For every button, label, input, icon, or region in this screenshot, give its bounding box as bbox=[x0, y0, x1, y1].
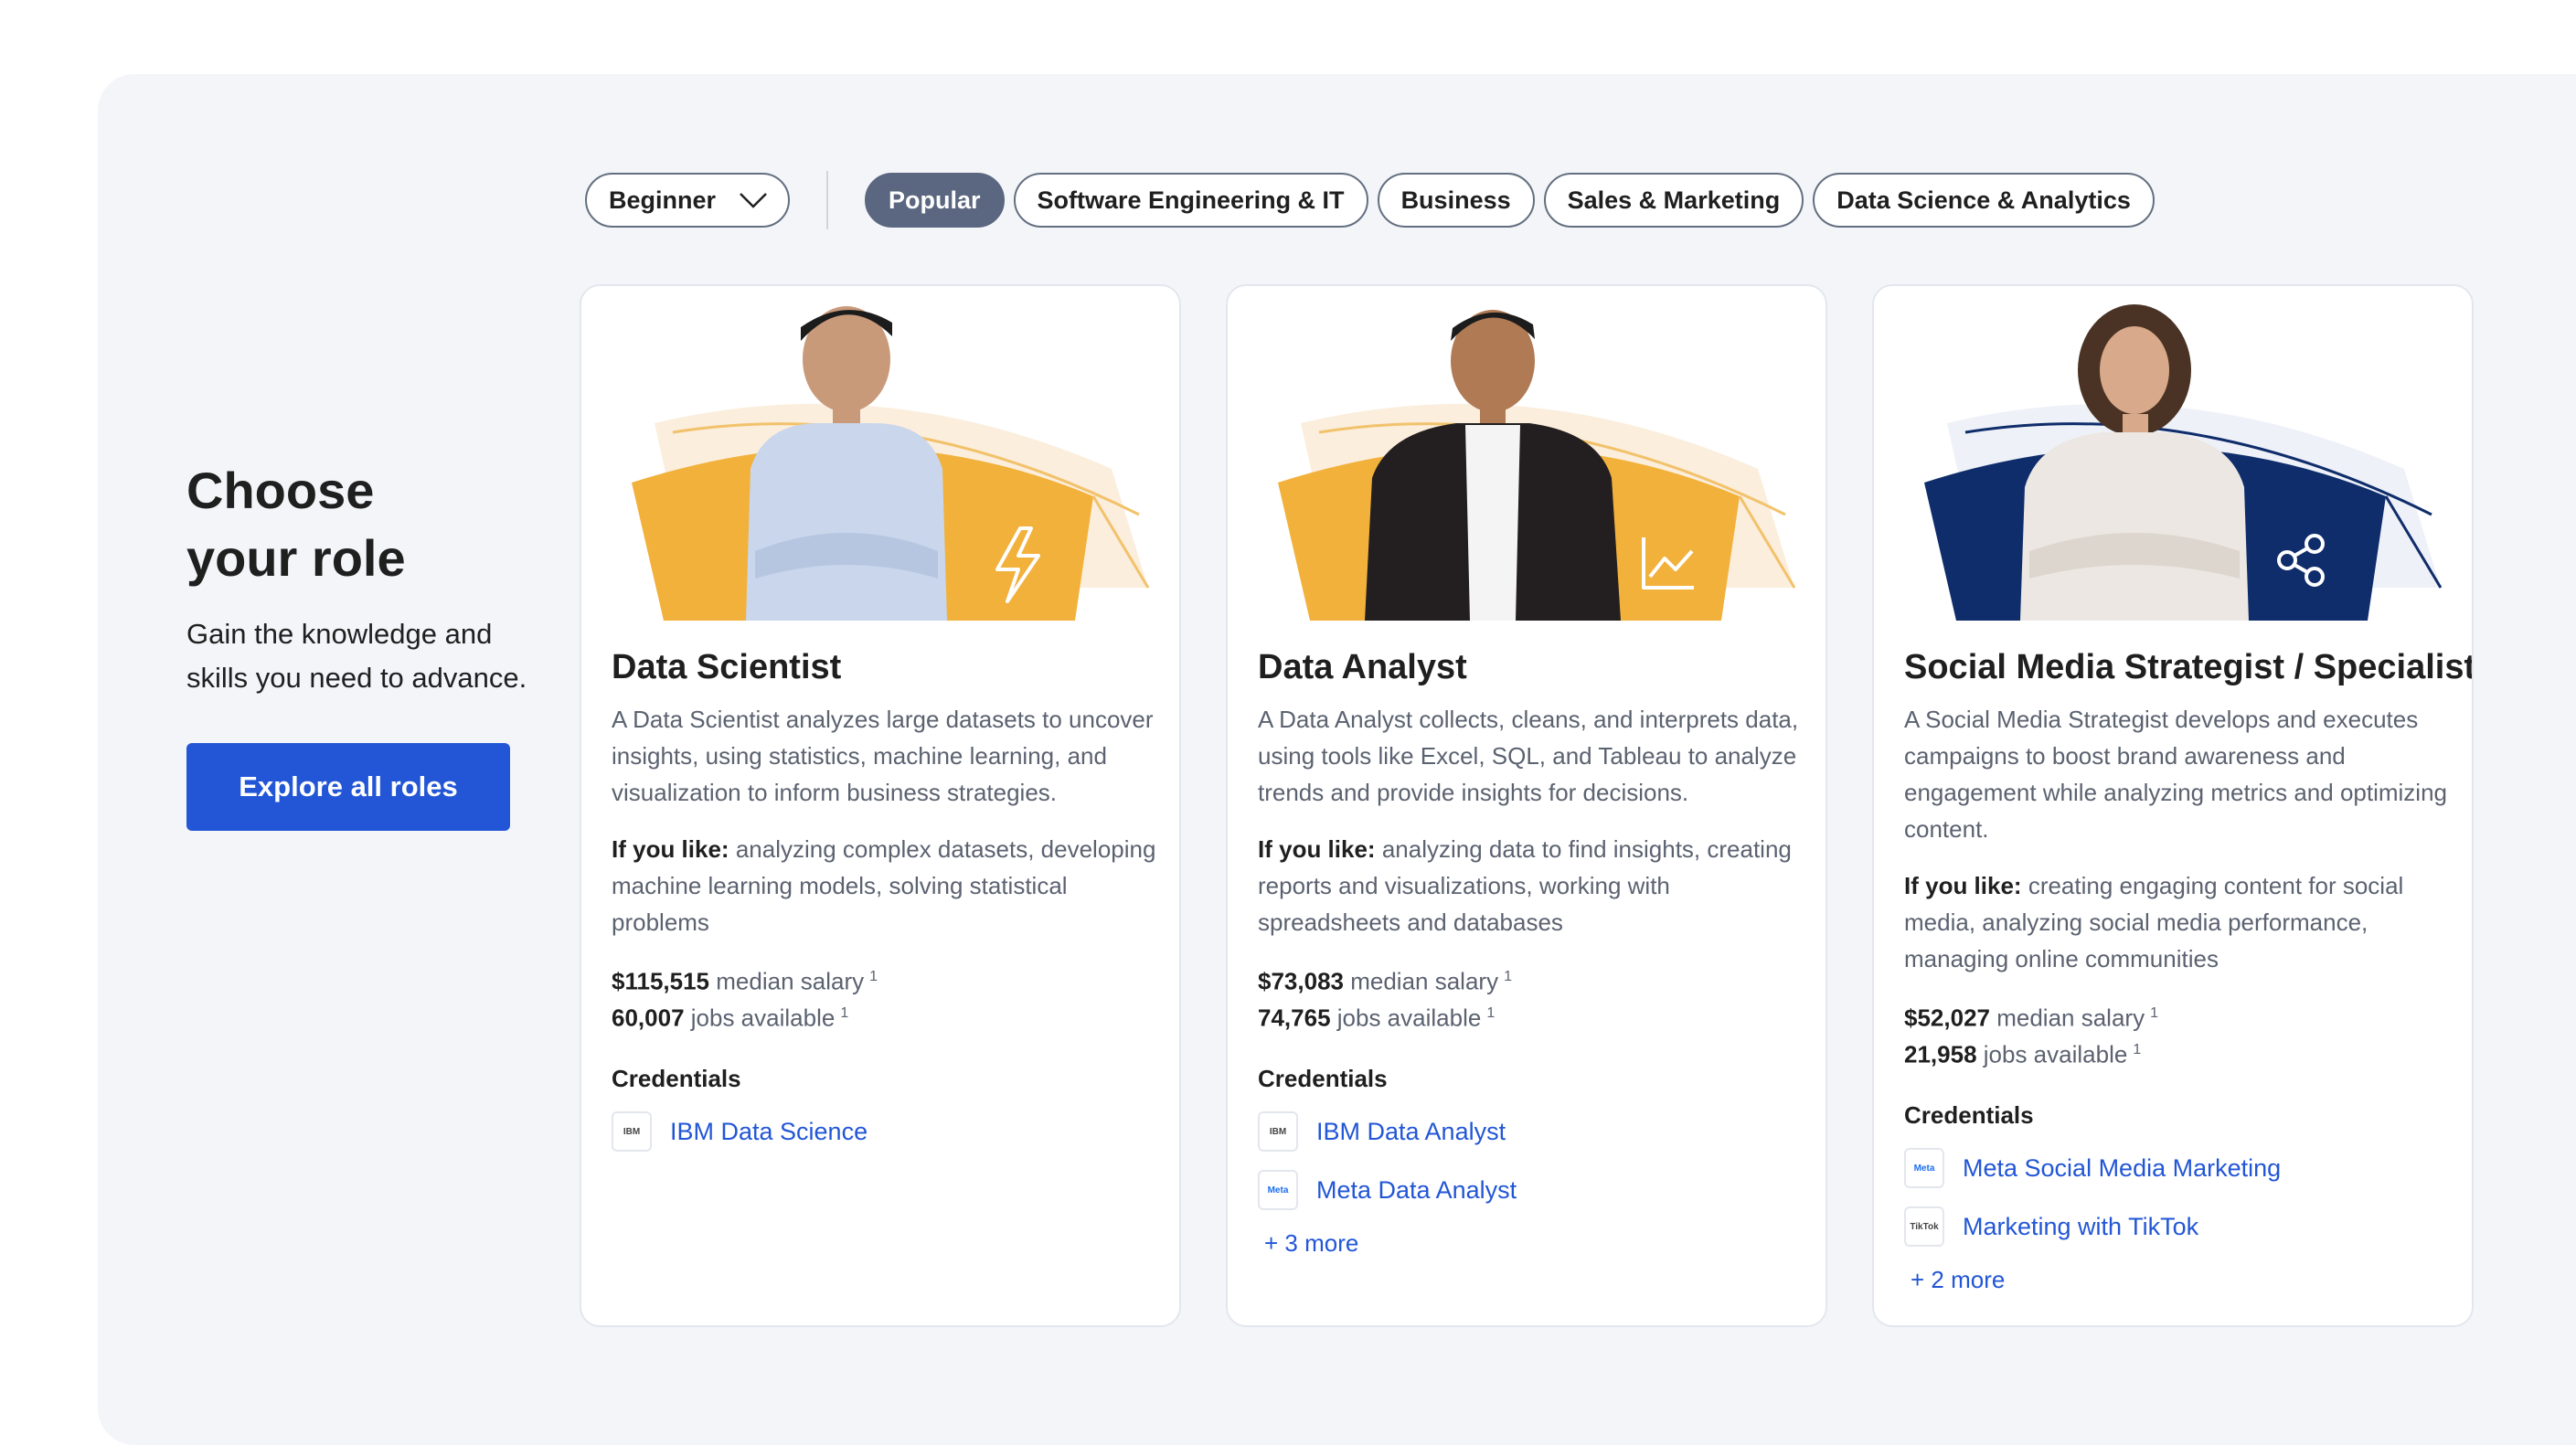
tab-data-science[interactable]: Data Science & Analytics bbox=[1813, 173, 2155, 228]
footnote: 1 bbox=[1486, 1005, 1496, 1021]
credentials-heading: Credentials bbox=[1258, 1065, 1388, 1092]
jobs-label: jobs available bbox=[1336, 1004, 1482, 1032]
salary-value: $73,083 bbox=[1258, 967, 1344, 995]
credential-item[interactable]: TikTok Marketing with TikTok bbox=[1904, 1206, 2198, 1248]
credential-link[interactable]: IBM Data Science bbox=[670, 1118, 868, 1146]
more-credentials-link[interactable]: + 3 more bbox=[1264, 1229, 1358, 1258]
median-salary: $115,515 median salary 1 bbox=[612, 959, 878, 1000]
role-description: A Social Media Strategist develops and e… bbox=[1904, 706, 2447, 843]
credential-link[interactable]: Meta Social Media Marketing bbox=[1963, 1154, 2281, 1183]
credential-item[interactable]: IBM IBM Data Analyst bbox=[1258, 1110, 1506, 1153]
jobs-available: 74,765 jobs available 1 bbox=[1258, 995, 1495, 1036]
salary-label: median salary bbox=[1996, 1004, 2145, 1032]
footnote: 1 bbox=[1504, 969, 1512, 984]
median-salary: $73,083 median salary 1 bbox=[1258, 959, 1512, 1000]
person-photo bbox=[1365, 310, 1621, 621]
salary-label: median salary bbox=[1350, 967, 1499, 995]
hero-illustration bbox=[1278, 310, 1796, 621]
level-select-value: Beginner bbox=[609, 186, 717, 214]
role-likes: If you like: analyzing complex datasets,… bbox=[612, 831, 1160, 940]
tiktok-logo: TikTok bbox=[1904, 1206, 1944, 1247]
filter-divider bbox=[826, 171, 828, 229]
likes-label: If you like: bbox=[1258, 835, 1376, 863]
ibm-logo: IBM bbox=[1258, 1111, 1298, 1152]
jobs-available: 21,958 jobs available 1 bbox=[1904, 1032, 2141, 1073]
credential-item[interactable]: IBM IBM Data Science bbox=[612, 1110, 868, 1153]
credential-item[interactable]: Meta Meta Social Media Marketing bbox=[1904, 1147, 2281, 1189]
ibm-logo: IBM bbox=[612, 1111, 652, 1152]
person-photo bbox=[2020, 304, 2249, 621]
jobs-value: 60,007 bbox=[612, 1004, 685, 1032]
salary-value: $52,027 bbox=[1904, 1004, 1990, 1032]
credentials-heading: Credentials bbox=[612, 1065, 741, 1092]
jobs-label: jobs available bbox=[690, 1004, 836, 1032]
section-title: Choose your role bbox=[186, 457, 552, 592]
likes-label: If you like: bbox=[1904, 872, 2022, 899]
more-credentials-link[interactable]: + 2 more bbox=[1911, 1266, 2005, 1294]
salary-value: $115,515 bbox=[612, 967, 710, 995]
role-likes: If you like: creating engaging content f… bbox=[1904, 867, 2453, 977]
tab-popular[interactable]: Popular bbox=[865, 173, 1005, 228]
role-title: Data Analyst bbox=[1258, 648, 1467, 686]
explore-all-roles-button[interactable]: Explore all roles bbox=[186, 743, 510, 831]
hero-illustration bbox=[1924, 304, 2443, 621]
footnote: 1 bbox=[2133, 1042, 2142, 1057]
person-photo bbox=[746, 306, 947, 621]
salary-label: median salary bbox=[716, 967, 865, 995]
filter-bar: Beginner Popular Software Engineering & … bbox=[585, 171, 2164, 229]
credentials-heading: Credentials bbox=[1904, 1101, 2034, 1129]
role-description: A Data Analyst collects, cleans, and int… bbox=[1258, 706, 1799, 806]
tab-sales-marketing[interactable]: Sales & Marketing bbox=[1543, 173, 1804, 228]
credential-link[interactable]: Meta Data Analyst bbox=[1316, 1176, 1517, 1205]
footnote: 1 bbox=[869, 969, 878, 984]
jobs-available: 60,007 jobs available 1 bbox=[612, 995, 848, 1036]
chevron-down-icon bbox=[740, 193, 767, 208]
role-description: A Data Scientist analyzes large datasets… bbox=[612, 706, 1154, 806]
credential-link[interactable]: IBM Data Analyst bbox=[1316, 1118, 1506, 1146]
role-likes: If you like: analyzing data to find insi… bbox=[1258, 831, 1806, 940]
jobs-value: 74,765 bbox=[1258, 1004, 1331, 1032]
section-title-line1: Choose bbox=[186, 462, 375, 519]
footnote: 1 bbox=[2150, 1005, 2158, 1021]
tab-business[interactable]: Business bbox=[1377, 173, 1535, 228]
level-select[interactable]: Beginner bbox=[585, 173, 790, 228]
jobs-value: 21,958 bbox=[1904, 1040, 1977, 1068]
likes-label: If you like: bbox=[612, 835, 729, 863]
section-subtitle: Gain the knowledge and skills you need t… bbox=[186, 612, 552, 700]
section-title-line2: your role bbox=[186, 529, 406, 587]
meta-logo: Meta bbox=[1258, 1170, 1298, 1210]
role-card-data-analyst[interactable]: Data Analyst A Data Analyst collects, cl… bbox=[1226, 284, 1827, 1327]
hero-illustration bbox=[632, 306, 1150, 621]
tab-software-engineering[interactable]: Software Engineering & IT bbox=[1013, 173, 1368, 228]
footnote: 1 bbox=[840, 1005, 849, 1021]
role-card-social-media[interactable]: Social Media Strategist / Specialist A S… bbox=[1872, 284, 2474, 1327]
role-card-data-scientist[interactable]: Data Scientist A Data Scientist analyzes… bbox=[580, 284, 1181, 1327]
role-title: Social Media Strategist / Specialist bbox=[1904, 648, 2474, 686]
median-salary: $52,027 median salary 1 bbox=[1904, 995, 2158, 1036]
jobs-label: jobs available bbox=[1983, 1040, 2128, 1068]
role-title: Data Scientist bbox=[612, 648, 842, 686]
section-subtitle-line2: skills you need to advance. bbox=[186, 662, 527, 694]
credential-link[interactable]: Marketing with TikTok bbox=[1963, 1213, 2198, 1241]
section-subtitle-line1: Gain the knowledge and bbox=[186, 618, 493, 650]
meta-logo: Meta bbox=[1904, 1148, 1944, 1188]
credential-item[interactable]: Meta Meta Data Analyst bbox=[1258, 1169, 1517, 1211]
